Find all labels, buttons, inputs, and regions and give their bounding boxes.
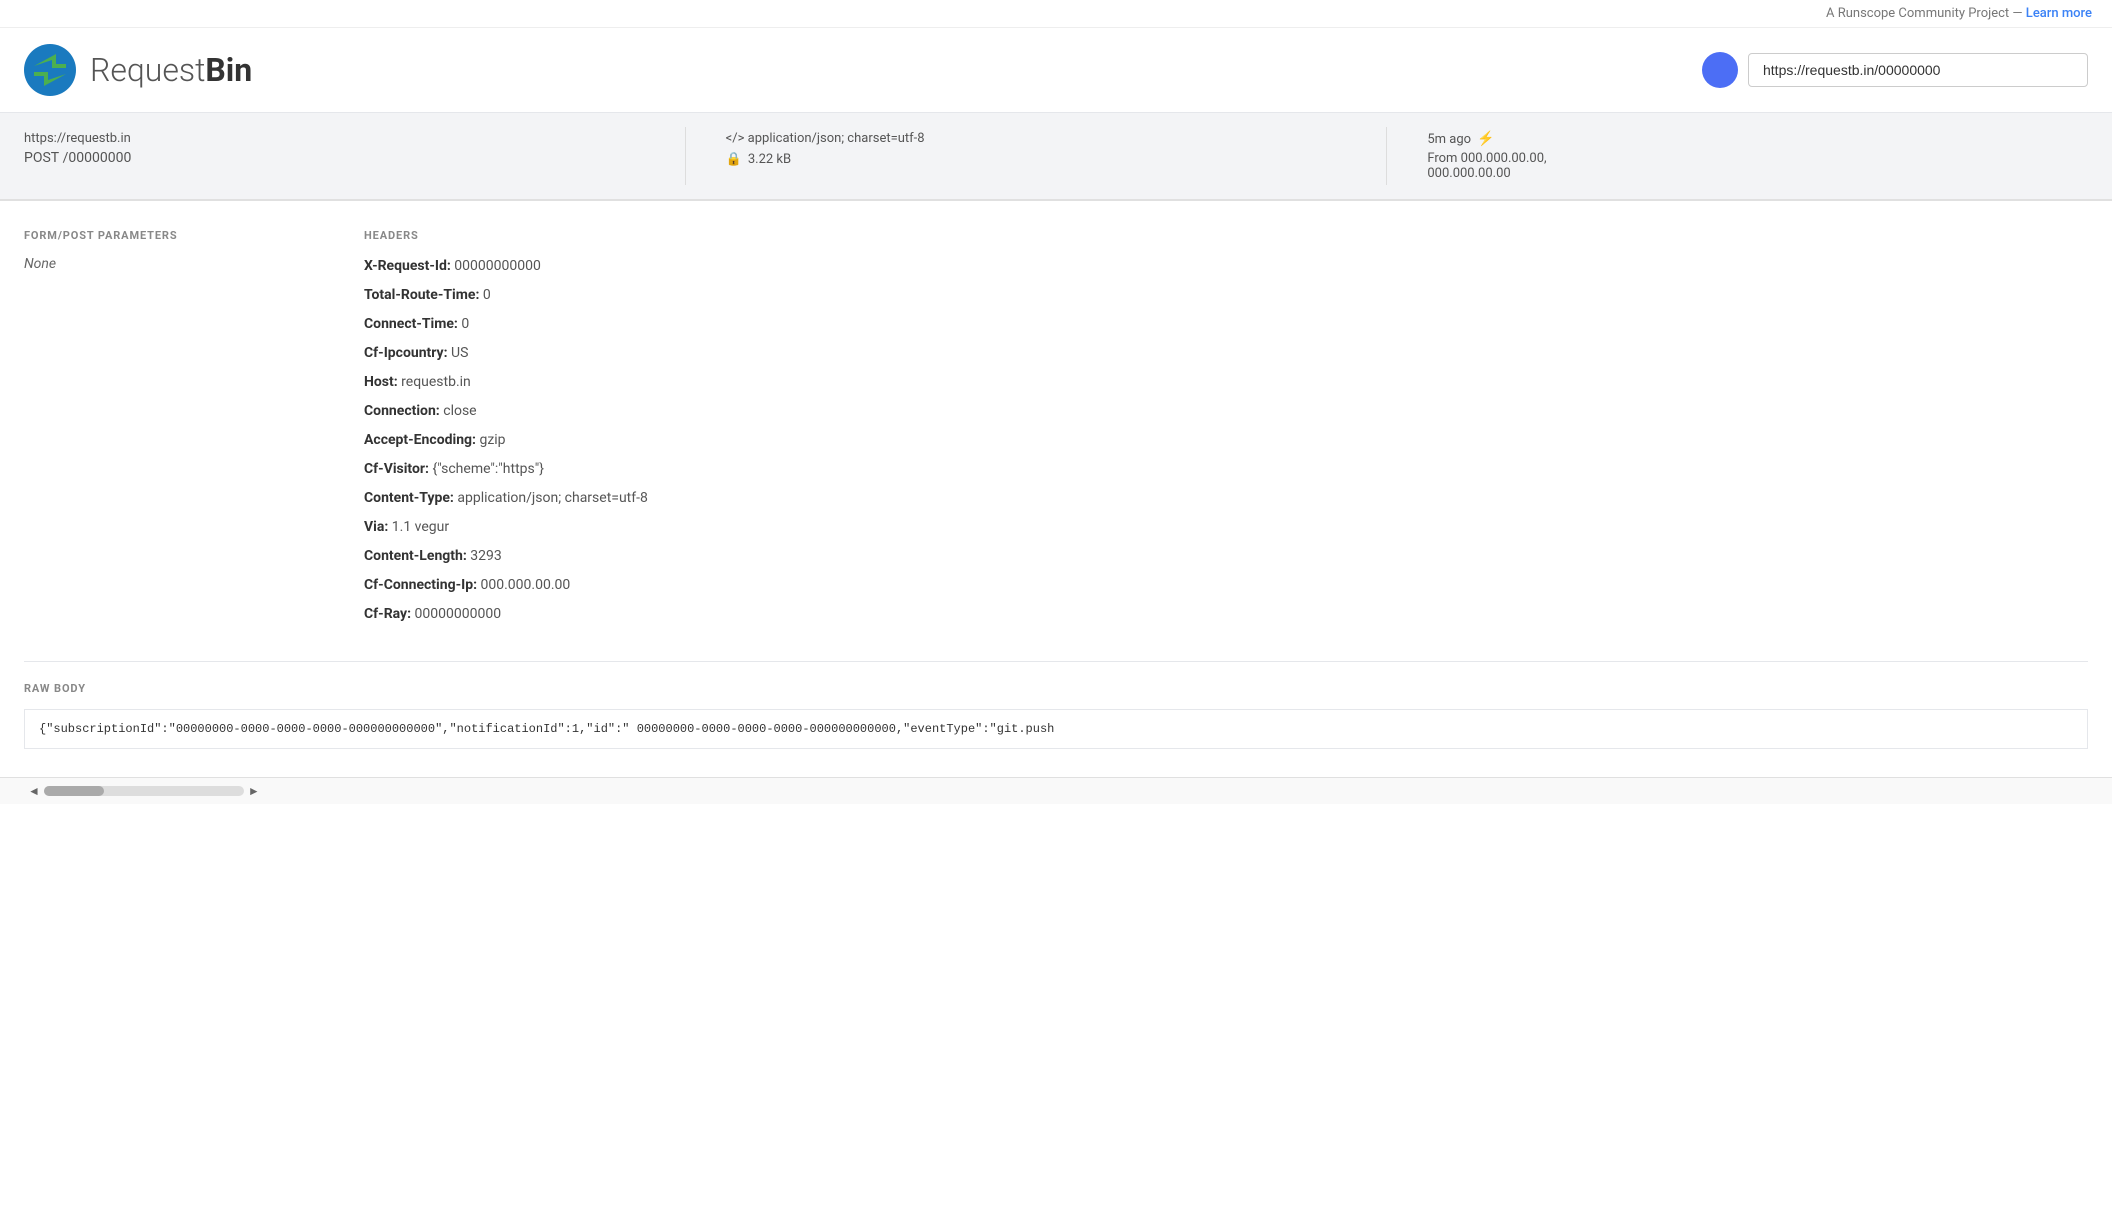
header-value: 00000000000 [454, 258, 541, 274]
form-post-title: FORM/POST PARAMETERS [24, 229, 324, 242]
header-key: Host: [364, 374, 398, 390]
header-key: Cf-Ipcountry: [364, 345, 448, 361]
raw-body-title: RAW BODY [24, 682, 2088, 695]
learn-more-link[interactable]: Learn more [2026, 6, 2092, 21]
headers-section: HEADERS X-Request-Id: 00000000000 Total-R… [364, 229, 2088, 633]
size-value: 3.22 kB [748, 152, 791, 167]
header-key: Cf-Connecting-Ip: [364, 577, 477, 593]
time-ago-line: 5m ago ⚡ [1427, 131, 2088, 147]
header-entry: Total-Route-Time: 0 [364, 285, 2088, 306]
scrollbar-track[interactable] [44, 786, 244, 796]
header-value: {"scheme":"https"} [432, 461, 544, 477]
header-entry: Cf-Connecting-Ip: 000.000.00.00 [364, 575, 2088, 596]
time-ago-value: 5m ago [1427, 132, 1471, 147]
header-value: application/json; charset=utf-8 [457, 490, 648, 506]
headers-title: HEADERS [364, 229, 2088, 242]
header-key: Connect-Time: [364, 316, 458, 332]
header-value: US [451, 345, 468, 361]
page-header: RequestBin [0, 28, 2112, 113]
header-key: Accept-Encoding: [364, 432, 476, 448]
from-ip-line1: From 000.000.00.00, [1427, 151, 2088, 166]
header-entry: X-Request-Id: 00000000000 [364, 256, 2088, 277]
header-entry: Cf-Ipcountry: US [364, 343, 2088, 364]
header-entry: Content-Type: application/json; charset=… [364, 488, 2088, 509]
logo-text-normal: Request [90, 51, 205, 89]
header-value: gzip [479, 432, 505, 448]
header-value: requestb.in [401, 374, 471, 390]
request-col-time: 5m ago ⚡ From 000.000.00.00, 000.000.00.… [1386, 127, 2088, 185]
request-info-row: https://requestb.in POST /00000000 </> a… [0, 113, 2112, 201]
logo-text: RequestBin [90, 51, 252, 89]
banner-text: A Runscope Community Project — [1826, 6, 2026, 21]
header-value: 000.000.00.00 [481, 577, 571, 593]
url-status-indicator [1702, 52, 1738, 88]
scroll-left-arrow[interactable]: ◄ [24, 784, 44, 798]
header-entry: Connection: close [364, 401, 2088, 422]
header-entry: Via: 1.1 vegur [364, 517, 2088, 538]
url-bar-area [1702, 52, 2088, 88]
header-key: Cf-Ray: [364, 606, 411, 622]
request-col-type: </> application/json; charset=utf-8 🔒 3.… [685, 127, 1387, 185]
headers-list: X-Request-Id: 00000000000 Total-Route-Tim… [364, 256, 2088, 625]
content-type-line: </> application/json; charset=utf-8 [726, 131, 1387, 146]
bottom-scrollbar-area: ◄ ► [0, 777, 2112, 804]
header-key: Connection: [364, 403, 440, 419]
header-key: Content-Length: [364, 548, 467, 564]
bin-url-input[interactable] [1748, 53, 2088, 87]
from-ip-line2: 000.000.00.00 [1427, 166, 2088, 181]
form-post-none: None [24, 256, 324, 272]
form-post-section: FORM/POST PARAMETERS None [24, 229, 324, 272]
header-entry: Connect-Time: 0 [364, 314, 2088, 335]
request-url: https://requestb.in [24, 131, 685, 146]
header-value: close [443, 403, 476, 419]
raw-body-content: {"subscriptionId":"00000000-0000-0000-00… [24, 709, 2088, 749]
raw-body-section: RAW BODY {"subscriptionId":"00000000-000… [24, 661, 2088, 749]
header-value: 0 [483, 287, 491, 303]
logo-area: RequestBin [24, 44, 252, 96]
header-value: 00000000000 [415, 606, 502, 622]
header-key: Via: [364, 519, 388, 535]
header-value: 1.1 vegur [392, 519, 449, 535]
request-col-method: https://requestb.in POST /00000000 [24, 127, 685, 185]
method-path: /00000000 [63, 150, 132, 166]
header-key: Total-Route-Time: [364, 287, 479, 303]
logo-text-bold: Bin [205, 51, 252, 89]
header-entry: Content-Length: 3293 [364, 546, 2088, 567]
scrollbar-thumb[interactable] [44, 786, 104, 796]
header-key: X-Request-Id: [364, 258, 451, 274]
header-key: Cf-Visitor: [364, 461, 429, 477]
method-label: POST [24, 150, 59, 166]
header-entry: Cf-Visitor: {"scheme":"https"} [364, 459, 2088, 480]
request-method: POST /00000000 [24, 150, 685, 166]
link-icon: ⚡ [1477, 131, 1494, 147]
lock-icon: 🔒 [726, 152, 742, 167]
top-banner: A Runscope Community Project — Learn mor… [0, 0, 2112, 28]
header-value: 0 [461, 316, 469, 332]
header-key: Content-Type: [364, 490, 454, 506]
two-col-layout: FORM/POST PARAMETERS None HEADERS X-Requ… [24, 229, 2088, 633]
requestbin-logo-icon [24, 44, 76, 96]
header-entry: Host: requestb.in [364, 372, 2088, 393]
scroll-right-arrow[interactable]: ► [244, 784, 264, 798]
header-entry: Cf-Ray: 00000000000 [364, 604, 2088, 625]
header-entry: Accept-Encoding: gzip [364, 430, 2088, 451]
main-content: FORM/POST PARAMETERS None HEADERS X-Requ… [0, 201, 2112, 777]
size-line: 🔒 3.22 kB [726, 152, 1387, 167]
header-value: 3293 [470, 548, 501, 564]
